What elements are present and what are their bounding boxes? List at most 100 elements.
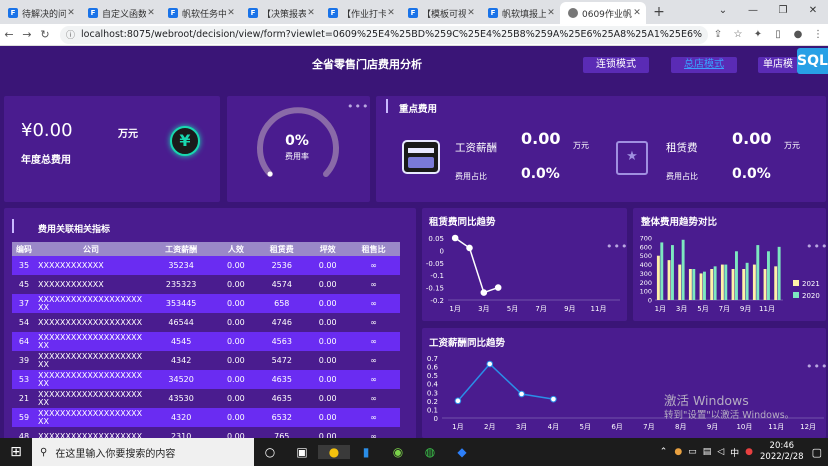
restore-icon[interactable]: ❐ bbox=[768, 0, 798, 24]
table-cell: XXXXXXXXXXXXXXXXXXXXX bbox=[36, 332, 146, 351]
close-icon[interactable]: ✕ bbox=[146, 8, 156, 18]
browser-tab[interactable]: F 【模板可视 ✕ bbox=[400, 2, 480, 24]
bar-2021 bbox=[742, 269, 746, 300]
salary-unit: 万元 bbox=[573, 141, 589, 150]
back-icon[interactable]: ← bbox=[0, 28, 18, 41]
close-icon[interactable]: ✕ bbox=[386, 8, 396, 18]
table-header-cell[interactable]: 人效 bbox=[216, 242, 256, 256]
table-row[interactable]: 64 XXXXXXXXXXXXXXXXXXXXX 4545 0.00 4563 0.00 ∞ bbox=[12, 332, 400, 351]
sidepanel-icon[interactable]: ▯ bbox=[768, 29, 788, 40]
volume-icon[interactable]: ◁ bbox=[717, 447, 724, 457]
salary-value: 0.00 bbox=[521, 129, 561, 148]
cost-rate-value: 0% bbox=[285, 133, 309, 149]
table-cell: 64 bbox=[12, 332, 36, 351]
overall-trend-title: 整体费用趋势对比 bbox=[641, 217, 718, 228]
table-row[interactable]: 21 XXXXXXXXXXXXXXXXXXXXX 43530 0.00 4635 0.00… bbox=[12, 389, 400, 408]
legend-label: 2020 bbox=[802, 292, 820, 300]
table-row[interactable]: 39 XXXXXXXXXXXXXXXXXXXXX 4342 0.00 5472 0.00 ∞ bbox=[12, 351, 400, 370]
taskbar-search-input[interactable]: ⚲ 在这里输入你要搜索的内容 bbox=[32, 438, 254, 466]
ime-indicator[interactable]: 中 bbox=[730, 446, 739, 459]
browser-tab[interactable]: F 自定义函数 ✕ bbox=[80, 2, 160, 24]
browser-tab[interactable]: F 【决策报表 ✕ bbox=[240, 2, 320, 24]
task-view-icon[interactable]: ▣ bbox=[286, 445, 318, 459]
antivirus-icon[interactable]: ● bbox=[745, 447, 753, 457]
x-tick-label: 1月 bbox=[655, 305, 666, 313]
reload-icon[interactable]: ↻ bbox=[36, 28, 54, 41]
table-row[interactable]: 35 XXXXXXXXXXXX 35234 0.00 2536 0.00 ∞ bbox=[12, 256, 400, 275]
battery-icon[interactable]: ▭ bbox=[688, 447, 697, 457]
url-input[interactable]: ⓘ localhost:8075/webroot/decision/view/fo… bbox=[60, 25, 708, 44]
bar-2021 bbox=[720, 264, 724, 300]
windows-start-icon[interactable]: ⊞ bbox=[0, 444, 32, 460]
table-cell: ∞ bbox=[347, 408, 400, 427]
close-icon[interactable]: ✕ bbox=[546, 8, 556, 18]
table-row[interactable]: 45 XXXXXXXXXXXX 235323 0.00 4574 0.00 ∞ bbox=[12, 275, 400, 294]
table-cell: XXXXXXXXXXXXXXXXXXXXX bbox=[36, 294, 146, 313]
data-point bbox=[466, 244, 473, 252]
profile-icon[interactable]: ● bbox=[788, 29, 808, 40]
browser-tab-active[interactable]: 0609作业帆 ✕ bbox=[560, 2, 646, 24]
chevron-down-icon[interactable]: ⌄ bbox=[708, 0, 738, 24]
extensions-icon[interactable]: ✦ bbox=[748, 29, 768, 40]
table-header-cell[interactable]: 工资薪酬 bbox=[146, 242, 217, 256]
y-tick-label: -0.1 bbox=[430, 272, 444, 280]
y-tick-label: -0.2 bbox=[430, 297, 444, 305]
close-icon[interactable]: ✕ bbox=[66, 8, 76, 18]
y-tick-label: 200 bbox=[640, 279, 652, 287]
bar-2020 bbox=[703, 271, 706, 300]
sql-badge[interactable]: SQL bbox=[797, 48, 828, 74]
chain-mode-button[interactable]: 连锁模式 bbox=[583, 57, 649, 73]
browser-tab[interactable]: F 【作业打卡 ✕ bbox=[320, 2, 400, 24]
head-store-mode-button[interactable]: 总店模式 bbox=[671, 57, 737, 73]
browser-tab[interactable]: F 帆软任务中 ✕ bbox=[160, 2, 240, 24]
feishu-icon[interactable]: ◆ bbox=[446, 445, 478, 459]
x-tick-label: 6月 bbox=[611, 423, 622, 431]
clock[interactable]: 20:46 2022/2/28 bbox=[760, 441, 804, 463]
x-tick-label: 10月 bbox=[736, 423, 752, 431]
table-header-cell[interactable]: 编码 bbox=[12, 242, 36, 256]
single-store-mode-button[interactable]: 单店模 bbox=[758, 57, 798, 73]
table-cell: 4545 bbox=[146, 332, 217, 351]
table-row[interactable]: 53 XXXXXXXXXXXXXXXXXXXXX 34520 0.00 4635 0.00… bbox=[12, 370, 400, 389]
wechat-icon[interactable]: ◍ bbox=[414, 445, 446, 459]
close-icon[interactable]: ✕ bbox=[306, 8, 316, 18]
forward-icon[interactable]: → bbox=[18, 28, 36, 41]
close-window-icon[interactable]: ✕ bbox=[798, 0, 828, 24]
table-cell: ∞ bbox=[347, 332, 400, 351]
table-row[interactable]: 54 XXXXXXXXXXXXXXXXXXX 46544 0.00 4746 0.00 ∞ bbox=[12, 313, 400, 332]
network-icon[interactable]: ▤ bbox=[703, 447, 712, 457]
table-row[interactable]: 37 XXXXXXXXXXXXXXXXXXXXX 353445 0.00 658 0.00… bbox=[12, 294, 400, 313]
menu-icon[interactable]: ⋮ bbox=[808, 29, 828, 40]
cortana-icon[interactable]: ○ bbox=[254, 445, 286, 459]
minimize-icon[interactable]: — bbox=[738, 0, 768, 24]
more-icon[interactable]: ••• bbox=[347, 100, 369, 113]
table-row[interactable]: 59 XXXXXXXXXXXXXXXXXXXXX 4320 0.00 6532 0.00 ∞ bbox=[12, 408, 400, 427]
browser-tab[interactable]: F待解决的问题✕ bbox=[0, 2, 80, 24]
star-icon[interactable]: ☆ bbox=[728, 29, 748, 40]
fanruan-app-icon[interactable]: ▮ bbox=[350, 445, 382, 459]
tray-app-icon[interactable]: ● bbox=[674, 447, 682, 457]
table-header-cell[interactable]: 租赁费 bbox=[255, 242, 309, 256]
chrome-icon[interactable]: ● bbox=[318, 445, 350, 459]
chevron-up-icon[interactable]: ⌃ bbox=[660, 447, 668, 457]
rent-trend-chart: 0.05 0 -0.05 -0.1 -0.15 -0.2 1月 3月 5月 7月 9月 11月 bbox=[426, 234, 620, 313]
salary-label: 工资薪酬 bbox=[455, 142, 497, 154]
system-tray: ⌃ ● ▭ ▤ ◁ 中 ● 20:46 2022/2/28 ▢ bbox=[656, 438, 828, 466]
table-header-cell[interactable]: 租售比 bbox=[347, 242, 400, 256]
close-icon[interactable]: ✕ bbox=[226, 8, 236, 18]
new-tab-icon[interactable]: + bbox=[650, 2, 668, 24]
table-cell: 0.00 bbox=[216, 294, 256, 313]
x-tick-label: 5月 bbox=[697, 305, 708, 313]
rent-share-label: 费用占比 bbox=[666, 172, 698, 181]
table-header-cell[interactable]: 坪效 bbox=[308, 242, 348, 256]
app-icon[interactable]: ◉ bbox=[382, 445, 414, 459]
close-icon[interactable]: ✕ bbox=[632, 8, 642, 18]
table-cell: 4635 bbox=[255, 370, 309, 389]
share-icon[interactable]: ⇪ bbox=[708, 29, 728, 40]
browser-tab[interactable]: F 帆软填报上 ✕ bbox=[480, 2, 560, 24]
table-header-cell[interactable]: 公司 bbox=[36, 242, 146, 256]
close-icon[interactable]: ✕ bbox=[466, 8, 476, 18]
notification-icon[interactable]: ▢ bbox=[812, 446, 822, 459]
bar-2020 bbox=[756, 245, 760, 300]
table-cell: 235323 bbox=[146, 275, 217, 294]
